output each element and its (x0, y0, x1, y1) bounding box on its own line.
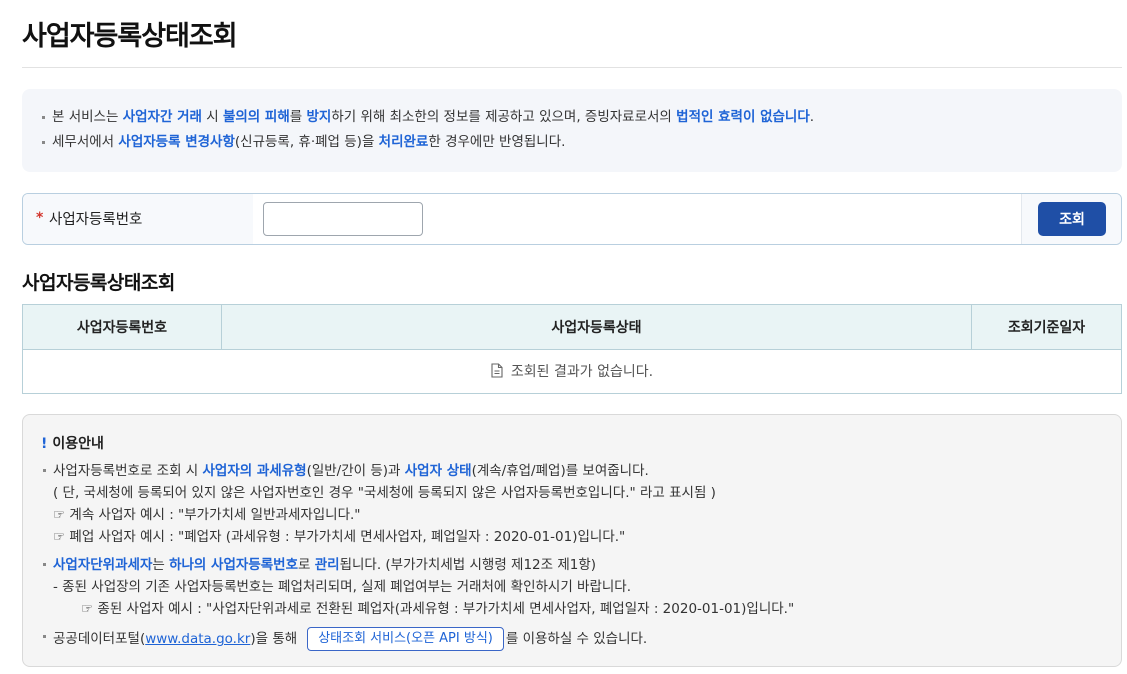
usage-guide-box: ! 이용안내 사업자등록번호로 조회 시 사업자의 과세유형(일반/간이 등)과 … (22, 414, 1122, 667)
guide-bullet-3-mid: )을 통해 (250, 631, 298, 647)
guide-bullet-2: 사업자단위과세자는 하나의 사업자등록번호로 관리됩니다. (부가가치세법 시행… (41, 555, 1121, 577)
results-table: 사업자등록번호 사업자등록상태 조회기준일자 조회된 결과가 없습니다. (22, 304, 1122, 394)
guide-title: ! 이용안내 (41, 435, 1121, 461)
guide-bullet-1-note: ( 단, 국세청에 등록되어 있지 않은 사업자번호인 경우 "국세청에 등록되… (53, 485, 716, 501)
table-row: 조회된 결과가 없습니다. (22, 349, 1122, 394)
empty-result-cell: 조회된 결과가 없습니다. (22, 349, 1122, 394)
body-text: 됩니다. (부가가치세법 시행령 제12조 제1항) (339, 557, 597, 573)
search-label-cell: * 사업자등록번호 (23, 194, 253, 244)
notice-box: 본 서비스는 사업자간 거래 시 불의의 피해를 방지하기 위해 최소한의 정보… (22, 89, 1122, 172)
highlight-text: 불의의 피해 (222, 109, 290, 125)
required-mark: * (36, 210, 44, 226)
table-header-row: 사업자등록번호 사업자등록상태 조회기준일자 (22, 304, 1122, 350)
guide-example-unit: ☞ 종된 사업자 예시 : "사업자단위과세로 전환된 폐업자(과세유형 : 부… (81, 601, 795, 617)
column-business-number: 사업자등록번호 (22, 304, 222, 350)
data-portal-link[interactable]: www.data.go.kr (145, 631, 250, 647)
highlight-text: 방지 (306, 109, 332, 125)
notice-line-2: 세무서에서 사업자등록 변경사항(신규등록, 휴·폐업 등)을 처리완료한 경우… (40, 132, 1122, 157)
business-number-input[interactable] (263, 202, 423, 236)
guide-bullet-2-note: - 종된 사업장의 기존 사업자등록번호는 폐업처리되며, 실제 폐업여부는 거… (53, 579, 632, 595)
guide-bullet-1: 사업자등록번호로 조회 시 사업자의 과세유형(일반/간이 등)과 사업자 상태… (41, 461, 1121, 483)
search-button[interactable]: 조회 (1038, 202, 1106, 236)
highlight-text: 법적인 효력이 없습니다 (676, 109, 810, 125)
guide-bullet-3-prefix: 공공데이터포털( (53, 631, 146, 647)
column-business-status: 사업자등록상태 (221, 304, 972, 350)
body-text: (신규등록, 휴·폐업 등)을 (234, 134, 379, 150)
business-number-label: 사업자등록번호 (49, 212, 143, 228)
guide-example-closed: ☞ 폐업 사업자 예시 : "폐업자 (과세유형 : 부가가치세 면세사업자, … (53, 529, 626, 545)
guide-example-active: ☞ 계속 사업자 예시 : "부가가치세 일반과세자입니다." (53, 507, 361, 523)
body-text: 세무서에서 (52, 134, 119, 150)
column-reference-date: 조회기준일자 (971, 304, 1122, 350)
guide-bullet-3: 공공데이터포털(www.data.go.kr)을 통해 상태조회 서비스(오픈 A… (41, 627, 1121, 655)
body-text: 를 (289, 109, 307, 125)
search-button-cell: 조회 (1021, 194, 1121, 244)
highlight-text: 관리 (314, 557, 340, 573)
highlight-text: 사업자간 거래 (122, 109, 202, 125)
highlight-text: 사업자의 과세유형 (202, 463, 307, 479)
highlight-text: 사업자 상태 (404, 463, 472, 479)
exclamation-icon: ! (41, 436, 48, 452)
highlight-text: 하나의 사업자등록번호 (169, 557, 298, 573)
notice-line-1: 본 서비스는 사업자간 거래 시 불의의 피해를 방지하기 위해 최소한의 정보… (40, 107, 1122, 132)
results-section-title: 사업자등록상태조회 (22, 272, 175, 294)
body-text: 시 (201, 109, 223, 125)
empty-result-message: 조회된 결과가 없습니다. (510, 363, 654, 380)
highlight-text: 사업자등록 변경사항 (118, 134, 235, 150)
body-text: 하기 위해 최소한의 정보를 제공하고 있으며, 증빙자료로서의 (331, 109, 677, 125)
guide-bullet-3-suffix: 를 이용하실 수 있습니다. (505, 631, 648, 647)
body-text: 는 (152, 557, 170, 573)
body-text: 로 (298, 557, 315, 573)
body-text: . (809, 109, 815, 125)
page-title: 사업자등록상태조회 (22, 21, 238, 52)
title-divider (22, 67, 1122, 68)
guide-title-text: 이용안내 (52, 436, 104, 452)
body-text: 본 서비스는 (52, 109, 123, 125)
highlight-text: 사업자단위과세자 (53, 557, 153, 573)
highlight-text: 처리완료 (378, 134, 429, 150)
document-icon (491, 363, 503, 378)
body-text: (계속/휴업/폐업)를 보여줍니다. (471, 463, 649, 479)
open-api-button[interactable]: 상태조회 서비스(오픈 API 방식) (307, 627, 504, 651)
body-text: (일반/간이 등)과 (306, 463, 405, 479)
body-text: 한 경우에만 반영됩니다. (428, 134, 566, 150)
search-form: * 사업자등록번호 조회 (22, 193, 1122, 245)
body-text: 사업자등록번호로 조회 시 (53, 463, 203, 479)
